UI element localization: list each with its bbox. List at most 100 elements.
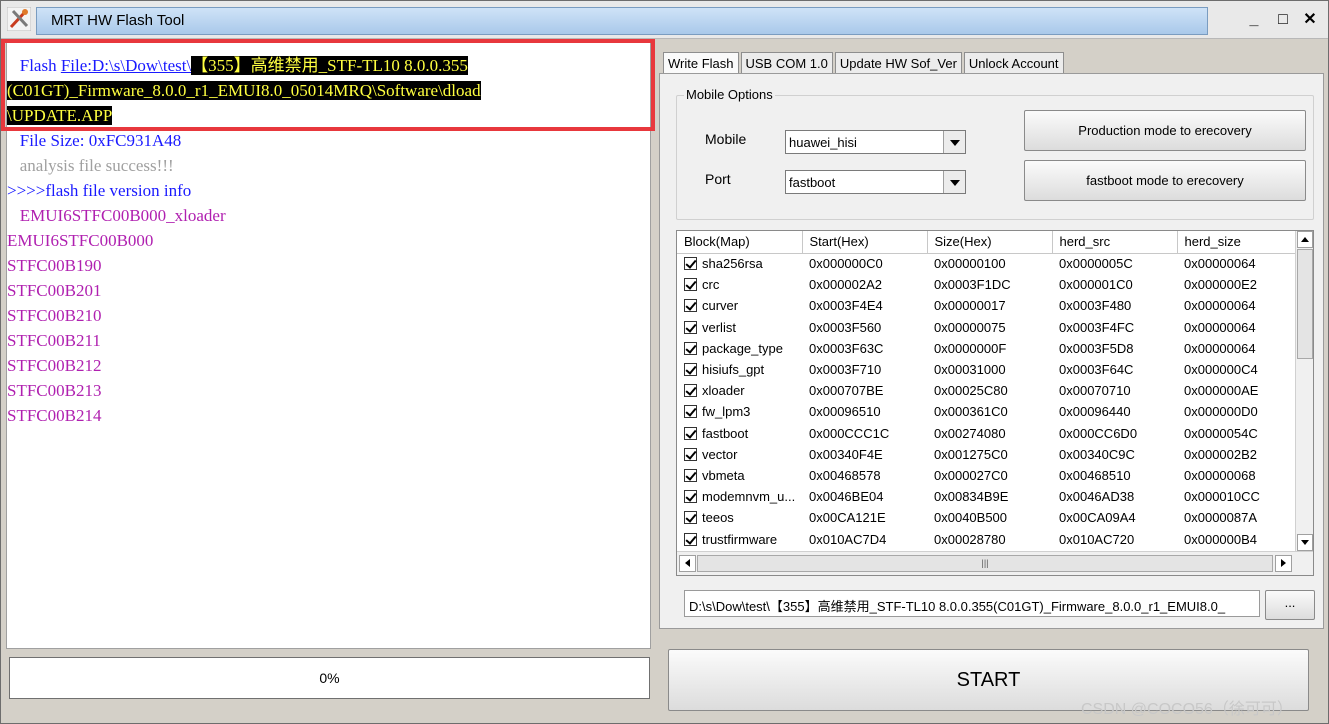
row-checkbox[interactable] [684,490,697,504]
file-path-link[interactable]: File:D:\s\Dow\test\ [61,56,191,75]
cell-text: 0x00468510 [1059,467,1131,483]
table-cell: 0x0003F64C [1052,359,1177,380]
cell-text: 0x00031000 [934,362,1006,378]
table-cell: 0x00468510 [1052,465,1177,486]
log-panel[interactable]: Flash File:D:\s\Dow\test\【355】高维禁用_STF-T… [6,41,651,649]
table-row[interactable]: fastboot 0x000CCC1C 0x00274080 0x000CC6D0 0x… [677,423,1297,444]
table-cell: 0x000000C0 [802,253,927,274]
tab-update-hw-sof-ver[interactable]: Update HW Sof_Ver [834,52,962,74]
table-cell[interactable]: vector [677,444,802,465]
table-row[interactable]: fw_lpm3 0x00096510 0x000361C0 0x00096440 0x0… [677,401,1297,422]
row-checkbox[interactable] [684,257,697,271]
progress-bar: 0% [9,657,650,699]
close-button[interactable]: ✕ [1299,9,1321,31]
cell-text: 0x00000064 [1184,340,1256,356]
row-checkbox[interactable] [684,468,697,482]
minimize-button[interactable]: _ [1243,9,1265,31]
browse-button[interactable]: ... [1265,590,1315,620]
table-row[interactable]: xloader 0x000707BE 0x00025C80 0x00070710 0x0… [677,380,1297,401]
row-checkbox[interactable] [684,405,697,419]
table-cell[interactable]: package_type [677,338,802,359]
table-cell: 0x00CA121E [802,507,927,528]
table-row[interactable]: vector 0x00340F4E 0x001275C0 0x00340C9C 0x00… [677,444,1297,465]
chevron-down-icon[interactable] [943,131,965,153]
table-cell[interactable]: teeos [677,507,802,528]
mobile-select[interactable]: huawei_hisi [785,130,966,154]
cell-text: 0x000CC6D0 [1059,425,1138,441]
cell-text: 0x000CCC1C [809,425,890,441]
table-cell[interactable]: sha256rsa [677,253,802,274]
row-checkbox[interactable] [684,320,697,334]
row-checkbox[interactable] [684,426,697,440]
table-cell[interactable]: verlist [677,317,802,338]
row-checkbox[interactable] [684,384,697,398]
table-row[interactable]: modemnvm_u... 0x0046BE04 0x00834B9E 0x0046A… [677,486,1297,507]
table-cell: 0x0003F5D8 [1052,338,1177,359]
row-checkbox[interactable] [684,447,697,461]
table-cell[interactable]: curver [677,295,802,316]
table-cell[interactable]: fw_lpm3 [677,401,802,422]
column-header[interactable]: Size(Hex) [927,231,1053,254]
column-header[interactable]: Start(Hex) [802,231,928,254]
scroll-up-icon[interactable] [1297,231,1313,248]
title-field: MRT HW Flash Tool [36,7,1208,35]
cell-text: 0x0046BE04 [809,489,884,505]
table-cell[interactable]: modemnvm_u... [677,486,802,507]
table-cell[interactable]: hisiufs_gpt [677,359,802,380]
column-header[interactable]: herd_src [1052,231,1178,254]
cell-text: 0x0000054C [1184,425,1258,441]
row-checkbox[interactable] [684,363,697,377]
table-row[interactable]: trustfirmware 0x010AC7D4 0x00028780 0x010AC… [677,528,1297,549]
table-cell[interactable]: trustfirmware [677,528,802,549]
tab-write-flash[interactable]: Write Flash [663,52,739,74]
table-row[interactable]: verlist 0x0003F560 0x00000075 0x0003F4FC 0x0… [677,317,1297,338]
column-header[interactable]: Block(Map) [677,231,803,254]
chevron-down-icon[interactable] [943,171,965,193]
table-row[interactable]: vbmeta 0x00468578 0x000027C0 0x00468510 0x00… [677,465,1297,486]
table-row[interactable]: package_type 0x0003F63C 0x0000000F 0x0003F5… [677,338,1297,359]
cell-text: 0x00000100 [934,256,1006,272]
table-cell: 0x0000000F [927,338,1052,359]
firmware-path-field[interactable]: D:\s\Dow\test\【355】高维禁用_STF-TL10 8.0.0.3… [684,590,1260,617]
scroll-right-icon[interactable] [1275,555,1292,572]
column-header[interactable]: herd_size [1177,231,1298,254]
maximize-button[interactable]: □ [1272,9,1294,31]
table-cell: 0x010AC720 [1052,528,1177,549]
tab-usb-com-1-0[interactable]: USB COM 1.0 [740,52,833,74]
fastboot-mode-button[interactable]: fastboot mode to erecovery [1024,160,1306,201]
table-cell: 0x00468578 [802,465,927,486]
scroll-thumb[interactable] [1297,249,1313,359]
row-checkbox[interactable] [684,532,697,546]
cell-text: xloader [702,383,745,399]
row-checkbox[interactable] [684,299,697,313]
tab-unlock-account[interactable]: Unlock Account [963,52,1064,74]
table-row[interactable]: teeos 0x00CA121E 0x0040B500 0x00CA09A4 0x000… [677,507,1297,528]
cell-text: 0x0003F480 [1059,298,1132,314]
scroll-down-icon[interactable] [1297,534,1313,551]
horizontal-scrollbar[interactable]: ||| [677,551,1313,575]
table-row[interactable]: hisiufs_gpt 0x0003F710 0x00031000 0x0003F64… [677,359,1297,380]
scroll-left-icon[interactable] [679,555,696,572]
partition-grid[interactable]: Block(Map) Start(Hex) Size(Hex) herd_src her… [676,230,1314,576]
vertical-scrollbar[interactable] [1295,231,1313,551]
table-row[interactable]: curver 0x0003F4E4 0x00000017 0x0003F480 0x00… [677,295,1297,316]
table-cell[interactable]: fastboot [677,423,802,444]
table-cell[interactable]: crc [677,274,802,295]
row-checkbox[interactable] [684,341,697,355]
table-cell: 0x00274080 [927,423,1052,444]
table-row[interactable]: sha256rsa 0x000000C0 0x00000100 0x0000005C 0… [677,253,1297,274]
cell-text: 0x000000D0 [1184,404,1258,420]
cell-text: teeos [702,510,734,526]
production-mode-button[interactable]: Production mode to erecovery [1024,110,1306,151]
cell-text: 0x0000000F [934,340,1007,356]
log-analysis-status: analysis file success!!! [7,156,174,175]
table-row[interactable]: crc 0x000002A2 0x0003F1DC 0x000001C0 0x00000… [677,274,1297,295]
row-checkbox[interactable] [684,278,697,292]
cell-text: 0x000000C4 [1184,362,1258,378]
row-checkbox[interactable] [684,511,697,525]
scroll-thumb-horizontal[interactable]: ||| [697,555,1273,572]
port-select[interactable]: fastboot [785,170,966,194]
table-cell[interactable]: xloader [677,380,802,401]
table-cell[interactable]: vbmeta [677,465,802,486]
table-cell: 0x0003F480 [1052,295,1177,316]
